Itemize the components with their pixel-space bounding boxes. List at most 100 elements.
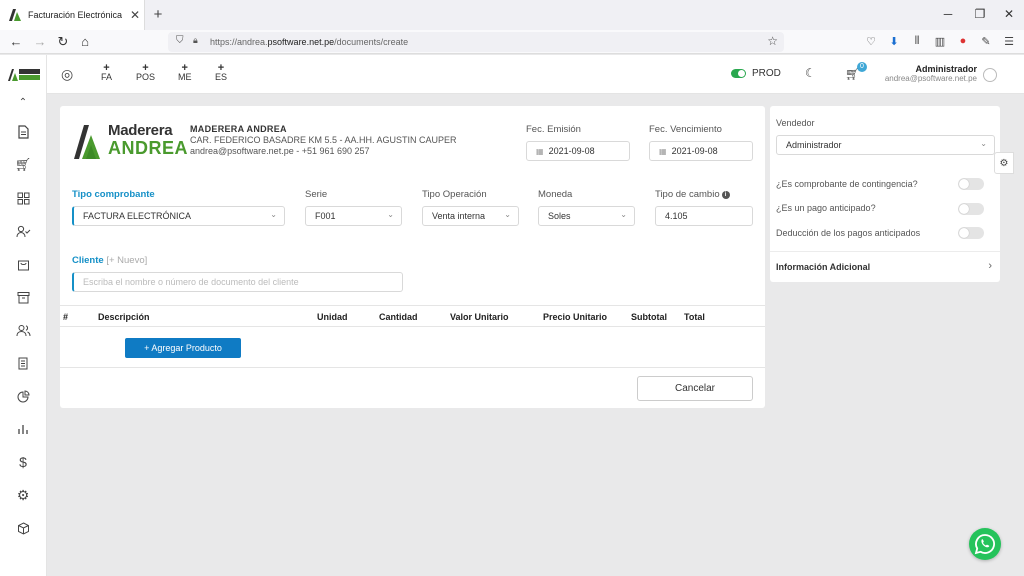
series-select[interactable]: F001 ⌄ — [305, 206, 402, 226]
column-header-unit-price: Precio Unitario — [543, 312, 608, 322]
quick-action-me[interactable]: + ME — [178, 63, 192, 82]
home-icon[interactable]: ⌂ — [77, 34, 93, 49]
company-name: MADERERA ANDREA — [190, 124, 287, 134]
seller-select[interactable]: Administrador ⌄ — [776, 135, 995, 155]
pocket-icon[interactable]: ♡ — [864, 35, 878, 48]
download-icon[interactable]: ⬇ — [887, 35, 901, 48]
dashboard-icon[interactable]: ⌃ — [14, 93, 32, 111]
document-icon[interactable] — [14, 123, 32, 141]
due-date-input[interactable]: ▦ 2021-09-08 — [649, 141, 753, 161]
chevron-down-icon: ⌄ — [980, 139, 987, 148]
contingency-toggle[interactable] — [958, 178, 984, 190]
window-close-icon[interactable]: ✕ — [1002, 7, 1016, 21]
chevron-down-icon: ⌄ — [620, 210, 627, 219]
users-icon[interactable] — [14, 321, 32, 339]
series-value: F001 — [315, 211, 336, 221]
sidebar: ⌃ 🛒︎ $ ⚙ — [0, 55, 47, 576]
exchange-rate-input[interactable]: 4.105 — [655, 206, 753, 226]
exchange-rate-value: 4.105 — [665, 211, 688, 221]
info-icon[interactable]: i — [721, 191, 730, 199]
add-product-button[interactable]: + Agregar Producto — [125, 338, 241, 358]
settings-gears-icon[interactable]: ⚙ — [994, 152, 1014, 174]
advance-deduction-toggle[interactable] — [958, 227, 984, 239]
shopping-cart-icon[interactable]: 🛒︎ — [14, 156, 32, 174]
new-tab-icon[interactable]: + — [150, 6, 166, 23]
currency-value: Soles — [548, 211, 571, 221]
quick-action-es[interactable]: + ES — [215, 63, 228, 82]
menu-icon[interactable]: ☰ — [1002, 35, 1016, 48]
forward-icon[interactable]: → — [32, 34, 48, 49]
panel-divider — [770, 251, 1000, 252]
pie-chart-icon[interactable] — [14, 387, 32, 405]
library-icon[interactable]: ⫴ — [910, 35, 924, 48]
environment-toggle[interactable]: PROD — [731, 68, 781, 79]
shield-icon[interactable]: ⛉ — [176, 35, 184, 46]
address-bar[interactable]: ⛉ 🔒︎ https://andrea.psoftware.net.pe/doc… — [168, 32, 784, 52]
document-type-select[interactable]: FACTURA ELECTRÓNICA ⌄ — [72, 206, 285, 226]
bookmark-star-icon[interactable]: ☆ — [767, 34, 778, 48]
footer-divider — [60, 367, 765, 368]
column-header-quantity: Cantidad — [379, 312, 418, 322]
reload-icon[interactable]: ↻ — [55, 34, 71, 50]
browser-tab[interactable]: Facturación Electrónica ✕ — [0, 0, 145, 30]
tab-close-icon[interactable]: ✕ — [126, 8, 144, 22]
bar-chart-icon[interactable] — [14, 420, 32, 438]
advance-payment-toggle[interactable] — [958, 203, 984, 215]
prod-toggle-switch[interactable] — [731, 69, 746, 78]
seller-label: Vendedor — [776, 118, 815, 128]
shopping-bag-icon[interactable] — [14, 255, 32, 273]
column-header-unit-value: Valor Unitario — [450, 312, 509, 322]
column-header-description: Descripción — [98, 312, 150, 322]
user-check-icon[interactable] — [14, 222, 32, 240]
whatsapp-icon[interactable] — [969, 528, 1001, 560]
emission-date-input[interactable]: ▦ 2021-09-08 — [526, 141, 630, 161]
lock-icon[interactable]: 🔒︎ — [193, 35, 198, 46]
seller-value: Administrador — [786, 140, 842, 150]
company-info: MADERERA ANDREA CAR. FEDERICO BASADRE KM… — [190, 124, 457, 156]
receipt-icon[interactable] — [14, 354, 32, 372]
currency-select[interactable]: Soles ⌄ — [538, 206, 635, 226]
settings-gear-icon[interactable]: ⚙ — [14, 486, 32, 504]
new-client-link[interactable]: [+ Nuevo] — [106, 255, 147, 266]
quick-action-pos[interactable]: + POS — [136, 63, 156, 82]
target-icon[interactable]: ◎ — [61, 66, 73, 83]
quick-action-label: POS — [136, 72, 156, 82]
column-header-unit: Unidad — [317, 312, 348, 322]
client-search-input[interactable]: Escriba el nombre o número de documento … — [72, 272, 403, 292]
cancel-button[interactable]: Cancelar — [637, 376, 753, 401]
app-topbar: ◎ + FA + POS + ME + ES PROD ☾ 🛒︎ 0 Admin… — [47, 55, 1024, 94]
grid-icon[interactable] — [14, 189, 32, 207]
series-label: Serie — [305, 189, 328, 200]
eyedropper-icon[interactable]: ✎ — [979, 35, 993, 48]
quick-action-fa[interactable]: + FA — [101, 63, 112, 82]
extension-barcode-icon[interactable]: ▥ — [933, 35, 947, 48]
client-search-placeholder: Escriba el nombre o número de documento … — [83, 277, 299, 287]
dark-mode-moon-icon[interactable]: ☾ — [805, 66, 816, 80]
column-header-number: # — [63, 312, 69, 322]
package-icon[interactable] — [14, 519, 32, 537]
exchange-rate-label-text: Tipo de cambio — [655, 189, 720, 200]
restore-icon[interactable]: ❐ — [973, 7, 987, 21]
currency-label: Moneda — [538, 189, 573, 200]
additional-info-row[interactable]: Información Adicional — [776, 262, 870, 272]
browser-tabbar: Facturación Electrónica ✕ + ─ ❐ ✕ — [0, 0, 1024, 30]
avatar[interactable] — [983, 68, 997, 82]
quick-action-label: ME — [178, 72, 192, 82]
tab-title: Facturación Electrónica — [28, 10, 123, 20]
emission-date-label: Fec. Emisión — [526, 124, 581, 135]
document-form-card: Maderera ANDREA MADERERA ANDREA CAR. FED… — [60, 106, 765, 408]
url-text: https://andrea.psoftware.net.pe/document… — [210, 37, 409, 47]
due-date-value: 2021-09-08 — [671, 146, 718, 156]
cart-count-badge: 0 — [857, 62, 867, 72]
chevron-right-icon[interactable]: › — [988, 260, 992, 272]
dollar-icon[interactable]: $ — [14, 453, 32, 471]
user-info[interactable]: Administrador andrea@psoftware.net.pe — [885, 64, 977, 83]
minimize-icon[interactable]: ─ — [941, 7, 955, 21]
quick-action-label: ES — [215, 72, 228, 82]
sidebar-logo[interactable] — [8, 67, 40, 81]
operation-type-select[interactable]: Venta interna ⌄ — [422, 206, 519, 226]
adblock-icon[interactable]: ● — [956, 35, 970, 47]
emission-date-value: 2021-09-08 — [548, 146, 595, 156]
back-icon[interactable]: ← — [8, 34, 24, 49]
archive-icon[interactable] — [14, 288, 32, 306]
